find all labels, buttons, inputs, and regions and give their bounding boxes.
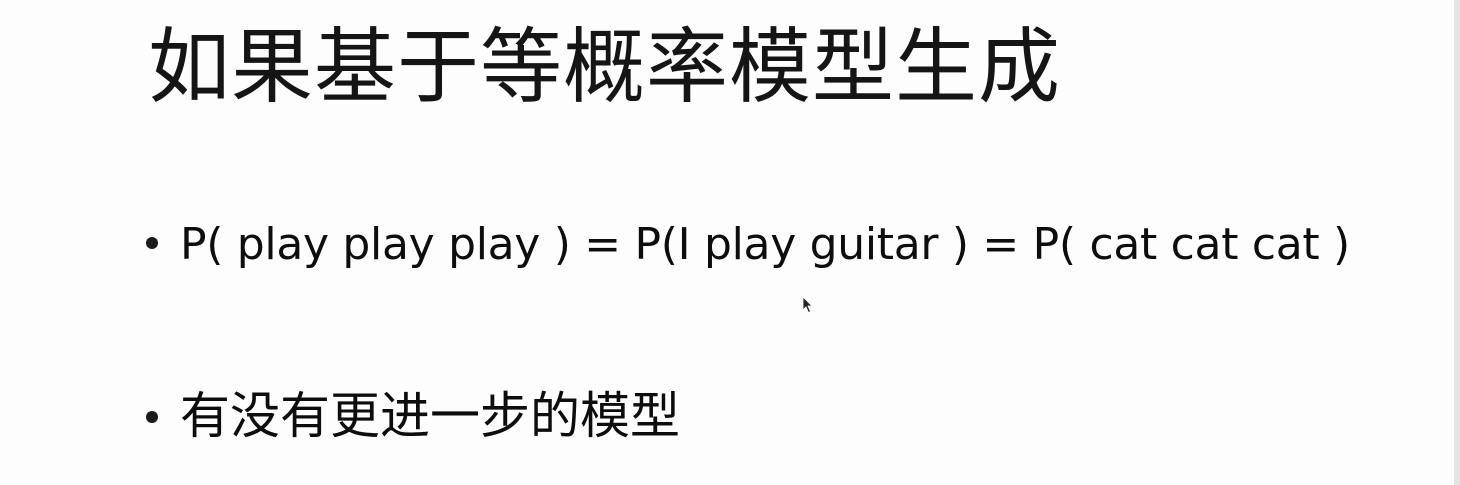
bullet-dot-icon xyxy=(146,411,158,423)
bullet-text: 有没有更进一步的模型 xyxy=(180,387,680,445)
bullet-item-2: 有没有更进一步的模型 xyxy=(146,388,680,447)
slide-title: 如果基于等概率模型生成 xyxy=(148,20,1062,115)
mouse-pointer-icon xyxy=(802,296,813,314)
bullet-dot-icon xyxy=(146,237,158,249)
bullet-text: P( play play play ) = P(I play guitar ) … xyxy=(180,219,1350,270)
bullet-item-1: P( play play play ) = P(I play guitar ) … xyxy=(146,217,1350,273)
slide: 如果基于等概率模型生成 P( play play play ) = P(I pl… xyxy=(0,0,1460,485)
window-edge xyxy=(1454,0,1460,485)
